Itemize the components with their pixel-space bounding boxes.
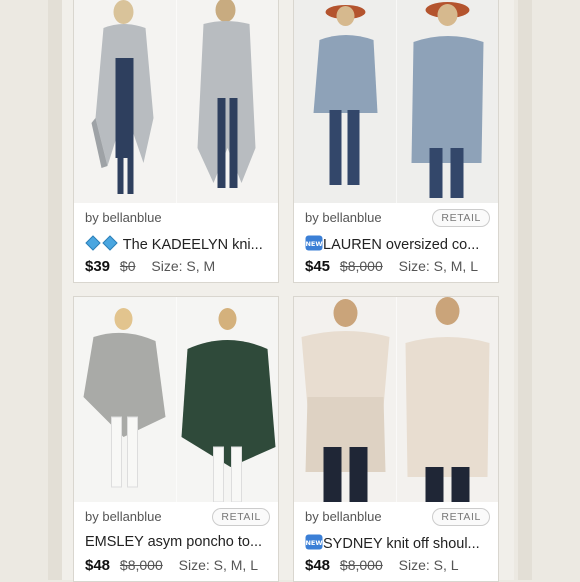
diamond-icon (85, 235, 119, 255)
listing-info: by bellanblue The KADEELYN kni... $39 $0… (74, 204, 278, 282)
original-price: $0 (119, 258, 136, 274)
price-row: $48 $8,000 Size: S, M, L (85, 557, 258, 574)
seller-name[interactable]: by bellanblue (305, 210, 382, 225)
listing-size: Size: S, M (151, 258, 216, 274)
listing-photo[interactable] (74, 297, 278, 502)
background-strip-left (48, 0, 62, 580)
retail-badge: RETAIL (212, 508, 270, 526)
listing-info: by bellanblue RETAIL NEW LAUREN oversize… (294, 204, 498, 282)
listing-photo[interactable] (294, 0, 498, 203)
listing-size: Size: S, M, L (178, 557, 258, 573)
seller-name[interactable]: by bellanblue (85, 509, 162, 524)
listing-photo[interactable] (74, 0, 278, 203)
listing-card[interactable]: by bellanblue RETAIL NEW LAUREN oversize… (293, 0, 499, 283)
new-icon: NEW (305, 534, 323, 554)
svg-text:NEW: NEW (305, 539, 322, 547)
original-price: $8,000 (339, 557, 383, 573)
listing-title[interactable]: NEW SYDNEY knit off shoul... (305, 534, 490, 554)
listing-grid: by bellanblue The KADEELYN kni... $39 $0… (62, 0, 514, 582)
listing-price: $48 (305, 557, 331, 574)
listing-card[interactable]: by bellanblue RETAIL EMSLEY asym poncho … (73, 296, 279, 582)
listing-title[interactable]: The KADEELYN kni... (85, 235, 270, 255)
price-row: $48 $8,000 Size: S, L (305, 557, 459, 574)
new-icon: NEW (305, 235, 323, 255)
price-row: $45 $8,000 Size: S, M, L (305, 258, 478, 275)
listing-size: Size: S, M, L (398, 258, 478, 274)
listing-card[interactable]: by bellanblue The KADEELYN kni... $39 $0… (73, 0, 279, 283)
svg-text:NEW: NEW (305, 240, 322, 248)
listing-title[interactable]: NEW LAUREN oversized co... (305, 235, 490, 255)
listing-photo[interactable] (294, 297, 498, 502)
listing-info: by bellanblue RETAIL EMSLEY asym poncho … (74, 503, 278, 581)
listing-info: by bellanblue RETAIL NEW SYDNEY knit off… (294, 503, 498, 581)
listing-title[interactable]: EMSLEY asym poncho to... (85, 534, 270, 550)
retail-badge: RETAIL (432, 209, 490, 227)
original-price: $8,000 (339, 258, 383, 274)
listing-price: $48 (85, 557, 111, 574)
listing-price: $39 (85, 258, 111, 275)
background-strip-right (518, 0, 532, 580)
seller-name[interactable]: by bellanblue (305, 509, 382, 524)
original-price: $8,000 (119, 557, 163, 573)
listing-card[interactable]: by bellanblue RETAIL NEW SYDNEY knit off… (293, 296, 499, 582)
price-row: $39 $0 Size: S, M (85, 258, 215, 275)
listing-price: $45 (305, 258, 331, 275)
seller-name[interactable]: by bellanblue (85, 210, 162, 225)
listing-size: Size: S, L (398, 557, 459, 573)
retail-badge: RETAIL (432, 508, 490, 526)
